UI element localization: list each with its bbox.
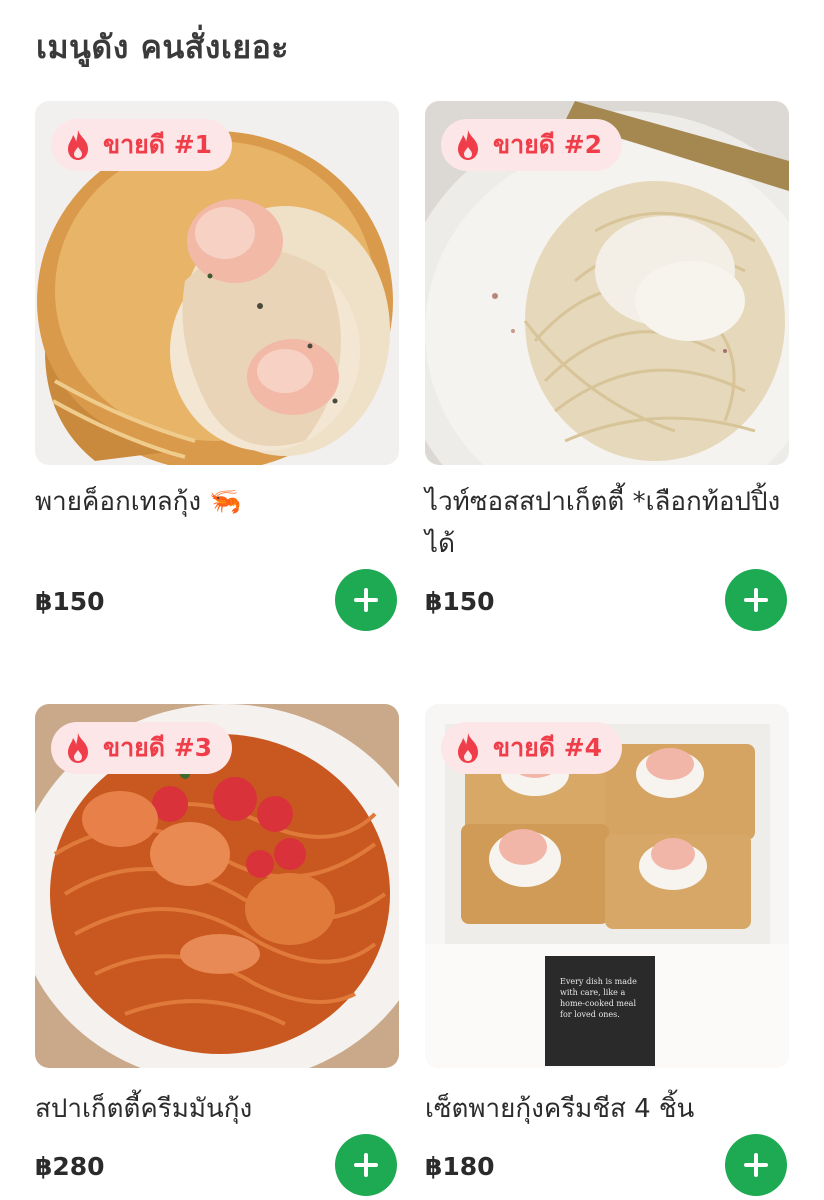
product-name[interactable]: สปาเก็ตตี้ครีมมันกุ้ง (35, 1088, 399, 1130)
product-price: ฿180 (425, 1152, 495, 1181)
product-name[interactable]: พายค็อกเทลกุ้ง 🦐 (35, 481, 399, 523)
fire-icon (458, 130, 478, 160)
section-title: เมนูดัง คนสั่งเยอะ (36, 28, 289, 66)
product-photo[interactable]: Every dish is made with care, like a hom… (425, 704, 789, 1068)
product-name[interactable]: เซ็ตพายกุ้งครีมชีส 4 ชิ้น (425, 1088, 789, 1130)
bestseller-badge: ขายดี #4 (441, 722, 623, 774)
product-price: ฿150 (35, 587, 105, 616)
add-to-cart-button[interactable] (335, 569, 397, 631)
badge-label: ขายดี #2 (493, 130, 603, 159)
box-label-text: Every dish is made with care, like a hom… (560, 977, 637, 1019)
fire-icon (68, 733, 88, 763)
plus-icon (354, 1153, 378, 1177)
bestseller-badge: ขายดี #2 (441, 119, 623, 171)
plus-icon (744, 588, 768, 612)
fire-icon (458, 733, 478, 763)
product-card[interactable]: Every dish is made with care, like a hom… (425, 704, 789, 1196)
bestseller-badge: ขายดี #1 (51, 119, 233, 171)
product-photo[interactable]: ขายดี #2 (425, 101, 789, 465)
product-name[interactable]: ไวท์ซอสสปาเก็ตตี้ *เลือกท้อปปิ้งได้ (425, 481, 789, 565)
product-price: ฿280 (35, 1152, 105, 1181)
add-to-cart-button[interactable] (725, 1134, 787, 1196)
product-card[interactable]: ขายดี #1 พายค็อกเทลกุ้ง 🦐 ฿150 (35, 101, 399, 631)
plus-icon (744, 1153, 768, 1177)
product-price: ฿150 (425, 587, 495, 616)
add-to-cart-button[interactable] (725, 569, 787, 631)
badge-label: ขายดี #4 (493, 733, 603, 762)
product-card[interactable]: ขายดี #3 สปาเก็ตตี้ครีมมันกุ้ง ฿280 (35, 704, 399, 1196)
add-to-cart-button[interactable] (335, 1134, 397, 1196)
product-photo[interactable]: ขายดี #3 (35, 704, 399, 1068)
product-photo[interactable]: ขายดี #1 (35, 101, 399, 465)
fire-icon (68, 130, 88, 160)
plus-icon (354, 588, 378, 612)
badge-label: ขายดี #1 (103, 130, 213, 159)
badge-label: ขายดี #3 (103, 733, 213, 762)
bestseller-badge: ขายดี #3 (51, 722, 233, 774)
product-card[interactable]: ขายดี #2 ไวท์ซอสสปาเก็ตตี้ *เลือกท้อปปิ้… (425, 101, 789, 631)
